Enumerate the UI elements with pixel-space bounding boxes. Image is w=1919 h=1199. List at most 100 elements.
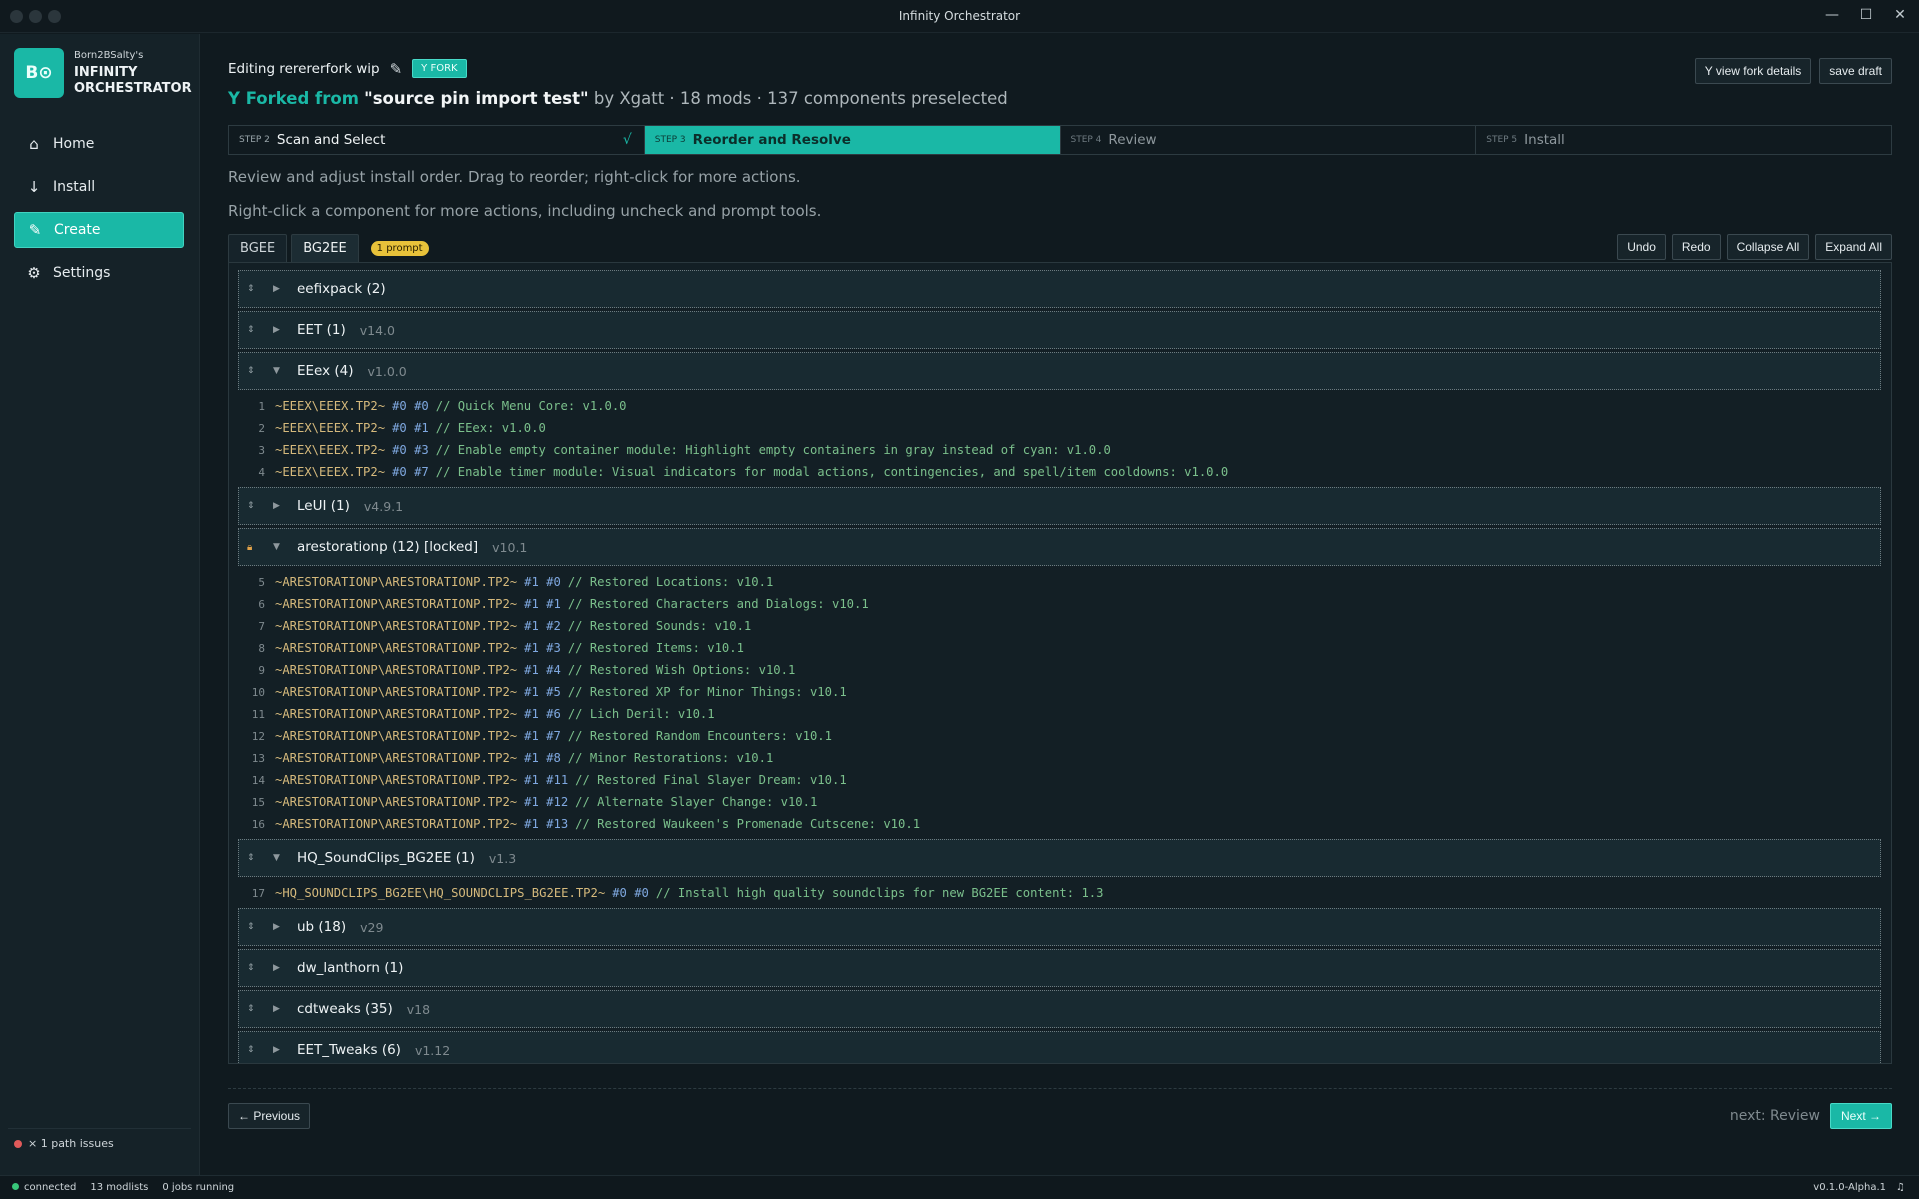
- step-4[interactable]: STEP 4 Review: [1061, 126, 1477, 154]
- component-index: 10: [251, 685, 265, 699]
- connected-dot-icon: [12, 1183, 19, 1190]
- component-row[interactable]: 12 ~ARESTORATIONP\ARESTORATIONP.TP2~ #1 #7…: [238, 725, 1881, 747]
- component-index: 2: [258, 421, 265, 435]
- component-row[interactable]: 2 ~EEEX\EEEX.TP2~ #0 #1 // EEex: v1.0.0: [238, 417, 1881, 439]
- bell-icon[interactable]: ♫: [1896, 1182, 1905, 1193]
- brand-user: Born2BSalty's: [74, 50, 144, 61]
- mod-name: dw_lanthorn (1): [297, 960, 404, 976]
- mod-order-list[interactable]: ⇕ ▶ eefixpack (2) ⇕ ▶ EET (1) v14.0 ⇕ ▼ EEex (4) v…: [228, 262, 1892, 1064]
- component-row[interactable]: 5 ~ARESTORATIONP\ARESTORATIONP.TP2~ #1 #0 /…: [238, 571, 1881, 593]
- step-title: Scan and Select: [276, 132, 386, 148]
- redo-button[interactable]: Redo: [1671, 234, 1721, 260]
- sidebar-item-settings[interactable]: ⚙ Settings: [14, 255, 184, 291]
- component-ids: #1 #3: [524, 641, 561, 655]
- component-row[interactable]: 6 ~ARESTORATIONP\ARESTORATIONP.TP2~ #1 #1 /…: [238, 593, 1881, 615]
- forked-source-name: "source pin import test": [364, 89, 589, 108]
- component-ids: #0 #7: [392, 465, 429, 479]
- sidebar: B⊙ Born2BSalty's INFINITY ORCHESTRATOR ⌂…: [0, 34, 200, 1175]
- collapse-all-button[interactable]: Collapse All: [1726, 234, 1810, 260]
- mod-row[interactable]: ⇕ ▶ LeUI (1) v4.9.1: [238, 487, 1881, 525]
- component-row[interactable]: 3 ~EEEX\EEEX.TP2~ #0 #3 // Enable empty con…: [238, 439, 1881, 461]
- mod-version: v1.0.0: [367, 363, 407, 379]
- sidebar-item-label: Home: [53, 136, 95, 152]
- maximize-icon[interactable]: ☐: [1859, 7, 1873, 23]
- component-row[interactable]: 11 ~ARESTORATIONP\ARESTORATIONP.TP2~ #1 #6…: [238, 703, 1881, 725]
- view-fork-details-button[interactable]: Y view fork details: [1694, 58, 1812, 84]
- caret-down-icon[interactable]: ▼: [273, 366, 283, 376]
- caret-right-icon[interactable]: ▶: [273, 1045, 283, 1055]
- mod-name: cdtweaks (35): [297, 1001, 393, 1017]
- component-index: 5: [258, 575, 265, 589]
- caret-down-icon[interactable]: ▼: [273, 542, 283, 552]
- component-row[interactable]: 9 ~ARESTORATIONP\ARESTORATIONP.TP2~ #1 #4 /…: [238, 659, 1881, 681]
- brand-name-line2: ORCHESTRATOR: [74, 81, 192, 96]
- sidebar-item-home[interactable]: ⌂ Home: [14, 126, 184, 162]
- sidebar-item-install[interactable]: ↓ Install: [14, 169, 184, 205]
- undo-button[interactable]: Undo: [1617, 234, 1666, 260]
- component-description: // Restored Items: v10.1: [567, 641, 744, 655]
- next-button[interactable]: Next →: [1829, 1103, 1892, 1129]
- component-ids: #1 #11: [524, 773, 569, 787]
- mod-row[interactable]: ⇕ ▶ cdtweaks (35) v18: [238, 990, 1881, 1028]
- expand-all-button[interactable]: Expand All: [1815, 234, 1892, 260]
- tab-bg2ee[interactable]: BG2EE: [291, 234, 359, 263]
- save-draft-button[interactable]: save draft: [1819, 58, 1892, 84]
- tab-bgee[interactable]: BGEE: [228, 234, 288, 263]
- drag-handle-icon[interactable]: ⇕: [247, 284, 263, 294]
- caret-right-icon[interactable]: ▶: [273, 963, 283, 973]
- component-description: // Alternate Slayer Change: v10.1: [575, 795, 818, 809]
- mod-row[interactable]: 🔒︎ ▼ arestorationp (12) [locked] v10.1: [238, 528, 1881, 566]
- mod-name: EEex (4): [297, 363, 354, 379]
- drag-handle-icon[interactable]: ⇕: [247, 853, 263, 863]
- mod-row[interactable]: ⇕ ▼ EEex (4) v1.0.0: [238, 352, 1881, 390]
- drag-handle-icon[interactable]: ⇕: [247, 1045, 263, 1055]
- title-bar: Infinity Orchestrator — ☐ ✕: [0, 0, 1919, 33]
- path-issues-status[interactable]: × 1 path issues: [14, 1137, 114, 1150]
- step-2[interactable]: STEP 2 Scan and Select √: [229, 126, 645, 154]
- drag-handle-icon[interactable]: ⇕: [247, 501, 263, 511]
- mod-row[interactable]: ⇕ ▶ EET_Tweaks (6) v1.12: [238, 1031, 1881, 1063]
- component-row[interactable]: 10 ~ARESTORATIONP\ARESTORATIONP.TP2~ #1 #5…: [238, 681, 1881, 703]
- edit-pencil-icon[interactable]: ✎: [390, 60, 403, 78]
- mod-row[interactable]: ⇕ ▼ HQ_SoundClips_BG2EE (1) v1.3: [238, 839, 1881, 877]
- drag-handle-icon[interactable]: ⇕: [247, 963, 263, 973]
- drag-handle-icon[interactable]: ⇕: [247, 922, 263, 932]
- component-tp2-path: ~HQ_SOUNDCLIPS_BG2EE\HQ_SOUNDCLIPS_BG2EE…: [275, 886, 606, 900]
- caret-right-icon[interactable]: ▶: [273, 284, 283, 294]
- component-index: 14: [251, 773, 265, 787]
- stepper: STEP 2 Scan and Select √ STEP 3 Reorder and …: [228, 125, 1892, 155]
- caret-right-icon[interactable]: ▶: [273, 325, 283, 335]
- component-row[interactable]: 1 ~EEEX\EEEX.TP2~ #0 #0 // Quick Menu Core:…: [238, 395, 1881, 417]
- component-description: // Install high quality soundclips for n…: [655, 886, 1104, 900]
- component-tp2-path: ~ARESTORATIONP\ARESTORATIONP.TP2~: [275, 619, 518, 633]
- minimize-icon[interactable]: —: [1825, 7, 1839, 23]
- step-3[interactable]: STEP 3 Reorder and Resolve: [644, 126, 1061, 154]
- prompt-badge[interactable]: 1 prompt: [370, 241, 429, 256]
- component-row[interactable]: 13 ~ARESTORATIONP\ARESTORATIONP.TP2~ #1 #8…: [238, 747, 1881, 769]
- component-row[interactable]: 15 ~ARESTORATIONP\ARESTORATIONP.TP2~ #1 #1…: [238, 791, 1881, 813]
- previous-button[interactable]: ← Previous: [228, 1103, 311, 1129]
- sidebar-item-create[interactable]: ✎ Create: [14, 212, 184, 248]
- component-row[interactable]: 14 ~ARESTORATIONP\ARESTORATIONP.TP2~ #1 #1…: [238, 769, 1881, 791]
- step-5[interactable]: STEP 5 Install: [1476, 126, 1891, 154]
- mod-row[interactable]: ⇕ ▶ eefixpack (2): [238, 270, 1881, 308]
- caret-right-icon[interactable]: ▶: [273, 922, 283, 932]
- component-row[interactable]: 7 ~ARESTORATIONP\ARESTORATIONP.TP2~ #1 #2 /…: [238, 615, 1881, 637]
- mod-row[interactable]: ⇕ ▶ dw_lanthorn (1): [238, 949, 1881, 987]
- drag-handle-icon[interactable]: ⇕: [247, 1004, 263, 1014]
- mod-row[interactable]: ⇕ ▶ EET (1) v14.0: [238, 311, 1881, 349]
- mod-row[interactable]: ⇕ ▶ ub (18) v29: [238, 908, 1881, 946]
- divider: [8, 1128, 191, 1129]
- component-row[interactable]: 17 ~HQ_SOUNDCLIPS_BG2EE\HQ_SOUNDCLIPS_BG2…: [238, 882, 1881, 904]
- drag-handle-icon[interactable]: ⇕: [247, 325, 263, 335]
- component-row[interactable]: 8 ~ARESTORATIONP\ARESTORATIONP.TP2~ #1 #3 /…: [238, 637, 1881, 659]
- component-row[interactable]: 4 ~EEEX\EEEX.TP2~ #0 #7 // Enable timer mod…: [238, 461, 1881, 483]
- drag-handle-icon[interactable]: ⇕: [247, 366, 263, 376]
- caret-right-icon[interactable]: ▶: [273, 1004, 283, 1014]
- component-row[interactable]: 16 ~ARESTORATIONP\ARESTORATIONP.TP2~ #1 #1…: [238, 813, 1881, 835]
- mod-version: v4.9.1: [363, 498, 404, 514]
- caret-right-icon[interactable]: ▶: [273, 501, 283, 511]
- caret-down-icon[interactable]: ▼: [273, 853, 283, 863]
- forked-from-label: Y Forked from: [228, 89, 359, 108]
- close-icon[interactable]: ✕: [1893, 7, 1907, 23]
